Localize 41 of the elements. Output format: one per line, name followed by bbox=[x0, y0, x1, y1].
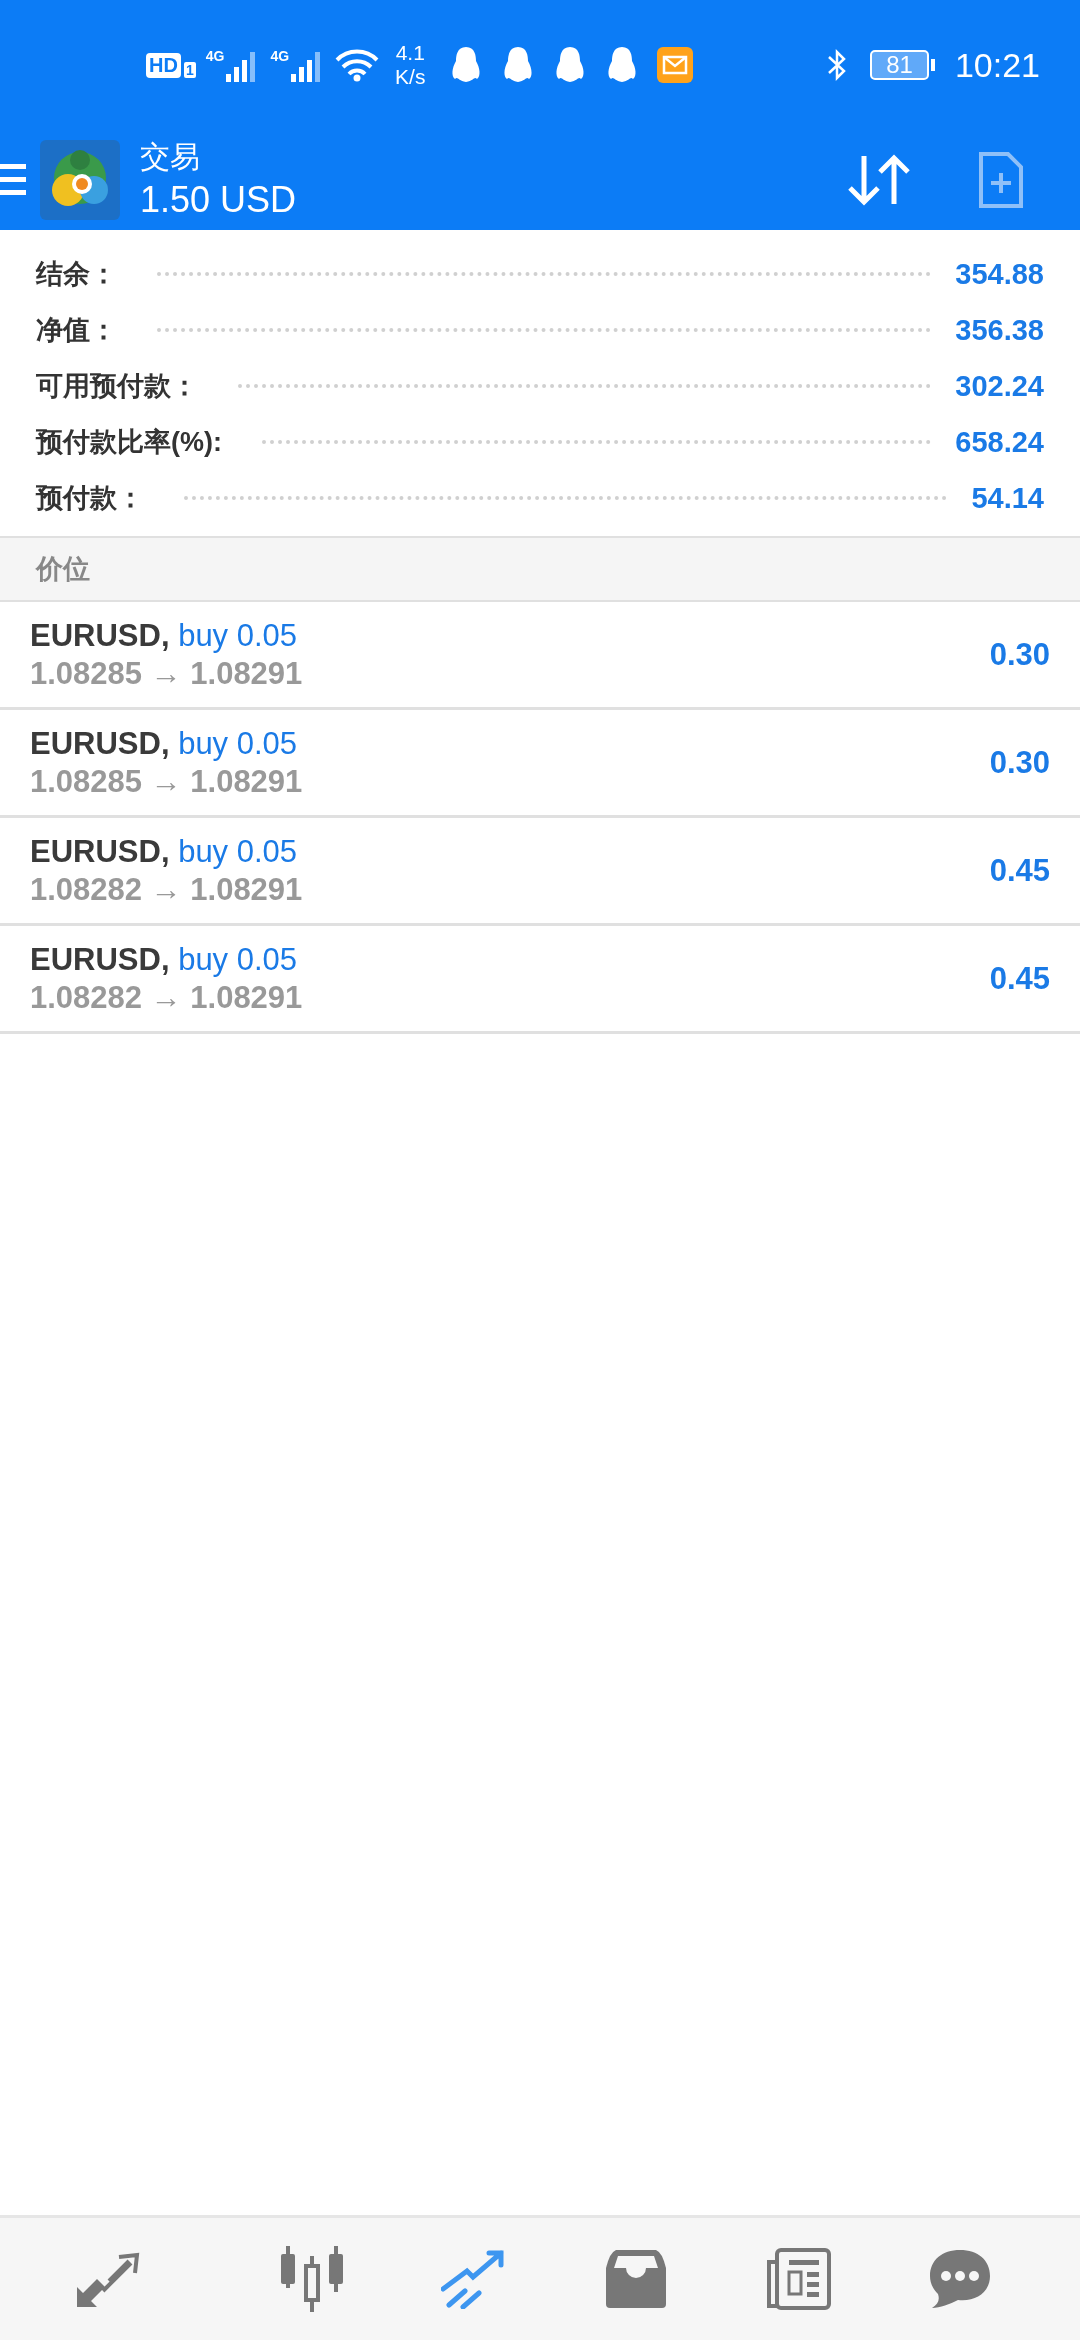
position-prices: 1.08285 → 1.08291 bbox=[30, 654, 304, 693]
chat-icon[interactable] bbox=[928, 2248, 992, 2310]
position-prices: 1.08285 → 1.08291 bbox=[30, 762, 304, 801]
candlestick-icon[interactable] bbox=[279, 2246, 345, 2312]
mail-icon bbox=[657, 47, 694, 83]
summary-value: 54.14 bbox=[971, 481, 1044, 515]
sort-icon[interactable] bbox=[846, 152, 912, 208]
summary-value: 658.24 bbox=[955, 425, 1044, 459]
position-row[interactable]: EURUSD, buy 0.05 1.08282 → 1.08291 0.45 bbox=[0, 926, 1080, 1034]
position-title: EURUSD, buy 0.05 bbox=[30, 832, 299, 871]
inbox-icon[interactable] bbox=[604, 2250, 668, 2308]
position-title: EURUSD, buy 0.05 bbox=[30, 940, 299, 979]
summary-label: 结余： bbox=[36, 258, 117, 291]
position-profit: 0.30 bbox=[989, 744, 1050, 781]
position-prices: 1.08282 → 1.08291 bbox=[30, 978, 304, 1017]
wifi-icon bbox=[335, 48, 380, 82]
position-row[interactable]: EURUSD, buy 0.05 1.08285 → 1.08291 0.30 bbox=[0, 710, 1080, 818]
summary-value: 302.24 bbox=[955, 369, 1044, 403]
section-title: 价位 bbox=[36, 553, 90, 586]
position-profit: 0.45 bbox=[989, 960, 1050, 997]
position-row[interactable]: EURUSD, buy 0.05 1.08285 → 1.08291 0.30 bbox=[0, 602, 1080, 710]
newspaper-icon[interactable] bbox=[765, 2248, 831, 2310]
position-prices: 1.08282 → 1.08291 bbox=[30, 870, 304, 909]
summary-value: 356.38 bbox=[955, 313, 1044, 347]
position-title: EURUSD, buy 0.05 bbox=[30, 724, 299, 763]
position-row[interactable]: EURUSD, buy 0.05 1.08282 → 1.08291 0.45 bbox=[0, 818, 1080, 926]
summary-label: 可用预付款： bbox=[36, 370, 198, 403]
screen-title: 交易 bbox=[140, 139, 201, 175]
position-profit: 0.45 bbox=[989, 852, 1050, 889]
app-logo-icon bbox=[40, 140, 120, 220]
summary-label: 预付款比率(%): bbox=[36, 426, 222, 459]
summary-label: 净值： bbox=[36, 314, 117, 347]
summary-label: 预付款： bbox=[36, 482, 144, 515]
trend-icon[interactable] bbox=[441, 2249, 507, 2309]
position-profit: 0.30 bbox=[989, 636, 1050, 673]
network-speed: 4.1 K/s bbox=[395, 41, 426, 89]
summary-value: 354.88 bbox=[955, 257, 1044, 291]
new-order-icon[interactable] bbox=[978, 151, 1024, 209]
position-title: EURUSD, buy 0.05 bbox=[30, 616, 299, 655]
profit-total: 1.50 USD bbox=[140, 178, 297, 222]
clock: 10:21 bbox=[954, 45, 1040, 85]
